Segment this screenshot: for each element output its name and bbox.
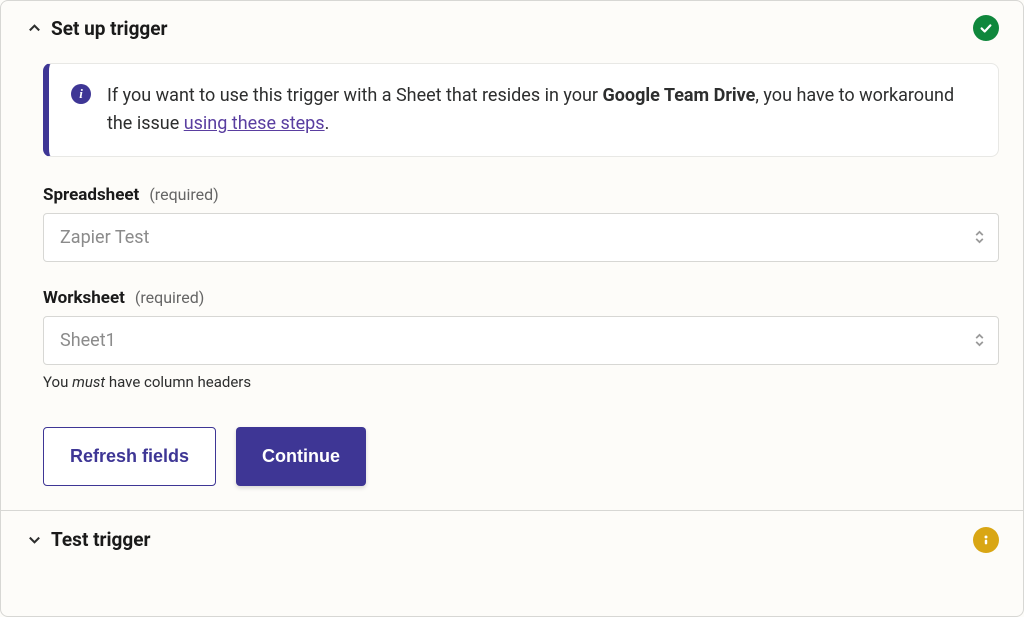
status-warning-icon	[973, 527, 999, 553]
worksheet-label: Worksheet	[43, 288, 125, 308]
info-box: i If you want to use this trigger with a…	[43, 63, 999, 157]
setup-trigger-body: i If you want to use this trigger with a…	[1, 51, 1023, 510]
trigger-panel: Set up trigger i If you want to use this…	[0, 0, 1024, 617]
header-left: Test trigger	[25, 528, 150, 551]
select-chevrons-icon	[974, 230, 985, 244]
status-success-icon	[973, 15, 999, 41]
button-row: Refresh fields Continue	[43, 427, 999, 486]
chevron-up-icon	[25, 19, 43, 37]
spreadsheet-required: (required)	[149, 185, 218, 204]
setup-trigger-header[interactable]: Set up trigger	[1, 1, 1023, 51]
info-text: If you want to use this trigger with a S…	[107, 82, 976, 138]
spreadsheet-select[interactable]: Zapier Test	[43, 213, 999, 262]
continue-button[interactable]: Continue	[236, 427, 366, 486]
header-left: Set up trigger	[25, 17, 168, 40]
test-trigger-title: Test trigger	[51, 528, 150, 551]
spreadsheet-field-group: Spreadsheet (required) Zapier Test	[43, 185, 999, 262]
test-trigger-header[interactable]: Test trigger	[1, 511, 1023, 569]
worksheet-help-text: You must have column headers	[43, 373, 999, 391]
setup-trigger-title: Set up trigger	[51, 17, 168, 40]
field-label-row: Spreadsheet (required)	[43, 185, 999, 205]
worksheet-select[interactable]: Sheet1	[43, 316, 999, 365]
chevron-down-icon	[25, 531, 43, 549]
spreadsheet-select-wrapper: Zapier Test	[43, 213, 999, 262]
worksheet-required: (required)	[135, 288, 204, 307]
info-link[interactable]: using these steps	[184, 113, 325, 134]
select-chevrons-icon	[974, 333, 985, 347]
info-icon: i	[71, 84, 91, 104]
spreadsheet-label: Spreadsheet	[43, 185, 139, 205]
field-label-row: Worksheet (required)	[43, 288, 999, 308]
worksheet-field-group: Worksheet (required) Sheet1 You must hav…	[43, 288, 999, 391]
refresh-fields-button[interactable]: Refresh fields	[43, 427, 216, 486]
worksheet-select-wrapper: Sheet1	[43, 316, 999, 365]
